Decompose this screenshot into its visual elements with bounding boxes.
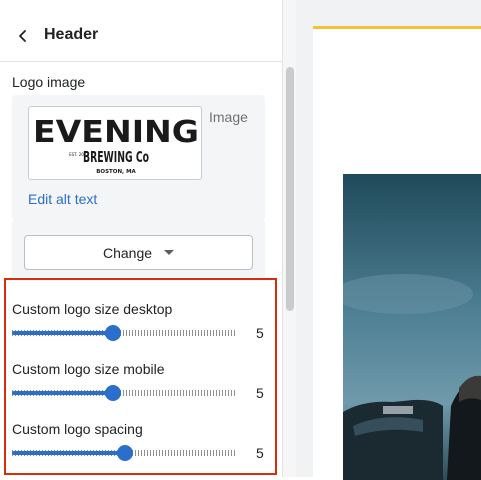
slider-value-mobile: 5 xyxy=(256,385,264,401)
evening-brewing-logo: EVENING BREWING Co EST. 2013 BOSTON, MA xyxy=(33,115,199,175)
slider-fill xyxy=(12,451,125,455)
slider-label-spacing: Custom logo spacing xyxy=(12,421,143,437)
svg-text:BOSTON, MA: BOSTON, MA xyxy=(96,169,136,175)
logo-image-label: Logo image xyxy=(12,74,86,90)
logo-size-mobile-slider[interactable] xyxy=(12,385,237,401)
slider-fill xyxy=(12,331,113,335)
change-button[interactable]: Change xyxy=(24,235,253,270)
svg-text:EST. 2013: EST. 2013 xyxy=(69,152,89,157)
caret-down-icon xyxy=(164,250,175,255)
svg-text:BREWING Co: BREWING Co xyxy=(83,148,149,166)
svg-text:EVENING: EVENING xyxy=(33,115,199,150)
slider-fill xyxy=(12,391,113,395)
panel-scrollbar[interactable] xyxy=(282,0,296,477)
settings-panel: Header Logo image EVENING BREWING Co EST… xyxy=(0,0,282,477)
chevron-left-icon xyxy=(19,30,26,42)
slider-label-desktop: Custom logo size desktop xyxy=(12,301,173,317)
back-button[interactable] xyxy=(10,22,36,50)
logo-spacing-slider[interactable] xyxy=(12,445,237,461)
slider-label-mobile: Custom logo size mobile xyxy=(12,361,165,377)
logo-thumbnail[interactable]: EVENING BREWING Co EST. 2013 BOSTON, MA xyxy=(28,106,202,180)
image-type-label: Image xyxy=(209,109,248,125)
change-area: Change xyxy=(12,221,265,277)
logo-picker: EVENING BREWING Co EST. 2013 BOSTON, MA … xyxy=(12,95,265,221)
panel-header: Header xyxy=(0,0,282,62)
edit-alt-text-link[interactable]: Edit alt text xyxy=(28,191,97,207)
scrollbar-thumb[interactable] xyxy=(286,67,294,311)
slider-value-spacing: 5 xyxy=(256,445,264,461)
hero-image xyxy=(343,174,481,480)
logo-size-desktop-slider[interactable] xyxy=(12,325,237,341)
preview-page xyxy=(313,26,481,480)
slider-thumb[interactable] xyxy=(105,325,121,341)
slider-thumb[interactable] xyxy=(105,385,121,401)
slider-thumb[interactable] xyxy=(117,445,133,461)
page-title: Header xyxy=(44,26,99,43)
hero-photo xyxy=(343,174,481,480)
change-button-label: Change xyxy=(102,244,153,261)
slider-value-desktop: 5 xyxy=(256,325,264,341)
